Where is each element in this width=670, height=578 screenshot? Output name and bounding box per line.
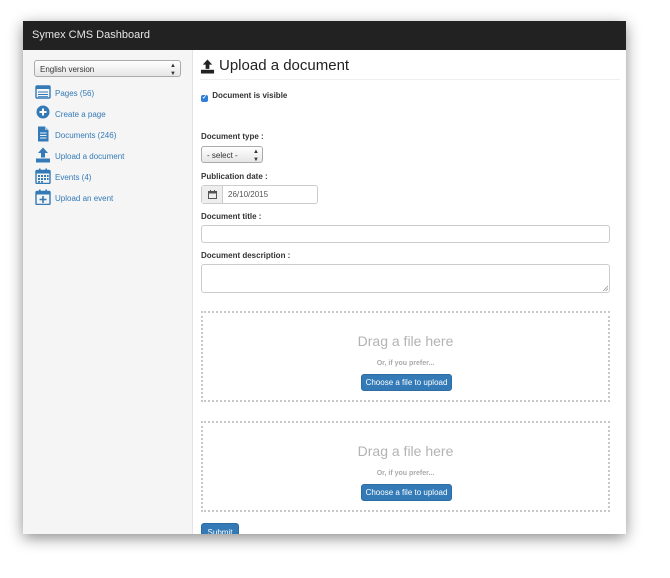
dropzone-title: Drag a file here <box>357 333 454 349</box>
file-dropzone[interactable]: Drag a file here Or, if you prefer... Ch… <box>201 421 610 512</box>
upload-icon <box>36 147 50 163</box>
publication-date-field[interactable]: 26/10/2015 <box>201 185 318 204</box>
dropzone-subtitle: Or, if you prefer... <box>376 470 435 477</box>
document-description-label: Document description : <box>201 251 291 260</box>
sidebar-item-label: Pages (56) <box>55 89 95 98</box>
select-arrows-icon: ▲ ▼ <box>170 63 176 77</box>
document-type-select[interactable]: - select - ▲ ▼ <box>201 146 263 163</box>
app-window: Symex CMS Dashboard English version ▲ ▼ P… <box>23 21 626 534</box>
visible-checkbox-label: Document is visible <box>212 91 288 100</box>
calendar-icon <box>35 168 51 184</box>
file-dropzone[interactable]: Drag a file here Or, if you prefer... Ch… <box>201 311 610 402</box>
select-arrows-icon: ▲ ▼ <box>253 149 259 163</box>
sidebar-item-label: Create a page <box>55 110 106 119</box>
choose-file-button[interactable]: Choose a file to upload <box>361 484 452 501</box>
dropzone-subtitle: Or, if you prefer... <box>376 360 435 367</box>
upload-icon <box>200 59 215 74</box>
calendar-icon <box>208 190 217 199</box>
sidebar-item-label: Upload an event <box>55 194 114 203</box>
submit-button[interactable]: Submit <box>201 523 239 534</box>
document-title-label: Document title : <box>201 212 262 221</box>
publication-date-value: 26/10/2015 <box>228 190 269 199</box>
main-content: Upload a document ✓ Document is visible … <box>193 50 626 534</box>
date-addon[interactable] <box>202 186 223 203</box>
document-type-value: - select - <box>207 151 238 160</box>
publication-date-label: Publication date : <box>201 172 268 181</box>
choose-file-button[interactable]: Choose a file to upload <box>361 374 452 391</box>
visible-checkbox[interactable]: ✓ <box>201 95 208 102</box>
sidebar: English version ▲ ▼ Pages (56) Create a … <box>23 50 193 534</box>
document-title-input[interactable] <box>201 225 610 243</box>
page-title: Upload a document <box>219 57 350 74</box>
sidebar-item-label: Upload a document <box>55 152 125 161</box>
plus-circle-icon <box>36 105 50 119</box>
sidebar-item-label: Events (4) <box>55 173 92 182</box>
page-header: Upload a document <box>200 57 620 80</box>
dropzone-title: Drag a file here <box>357 443 454 459</box>
resize-handle-icon[interactable] <box>602 285 608 291</box>
list-icon <box>35 85 51 99</box>
language-select[interactable]: English version ▲ ▼ <box>34 60 181 77</box>
language-select-value: English version <box>40 65 95 74</box>
calendar-plus-icon <box>35 189 51 205</box>
document-description-textarea[interactable] <box>201 264 610 293</box>
visible-checkbox-row[interactable]: ✓ Document is visible <box>201 91 287 102</box>
sidebar-item-label: Documents (246) <box>55 131 117 140</box>
brand-title[interactable]: Symex CMS Dashboard <box>32 29 150 41</box>
document-icon <box>38 126 49 142</box>
document-type-label: Document type : <box>201 132 264 141</box>
navbar: Symex CMS Dashboard <box>23 21 626 50</box>
